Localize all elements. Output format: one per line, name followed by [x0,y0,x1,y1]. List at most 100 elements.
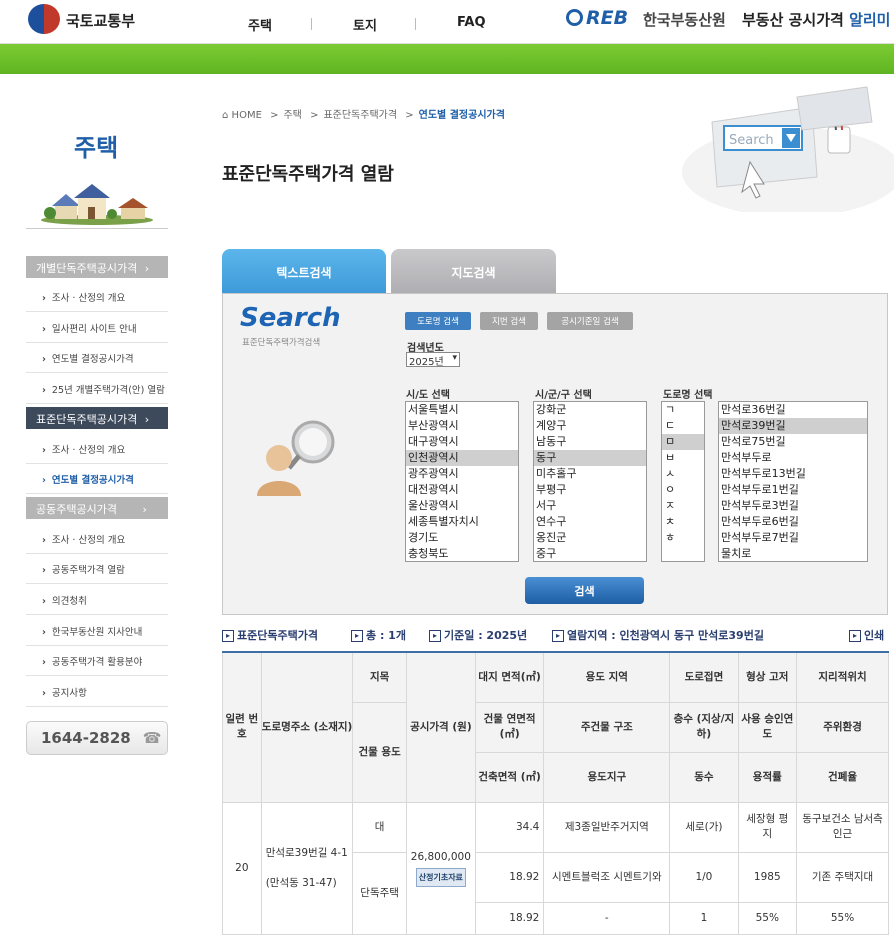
sigungu-option[interactable]: 중구 [534,546,646,561]
cell-road: 세로(가) [669,801,739,853]
cell-address: 만석로39번길 4-1 (만석동 31-47) [260,801,354,935]
sigungu-option[interactable]: 옹진군 [534,530,646,546]
sido-option[interactable]: 충청북도 [406,546,518,561]
sidebar-item[interactable]: 연도별 결정공시가격 [26,343,168,373]
road-label: 도로명 선택 [663,390,713,401]
road-listbox[interactable]: 만석로36번길 만석로39번길 만석로75번길 만석부두로 만석부두로13번길 만석부두로… [718,401,868,562]
year-select[interactable]: 2025년 [406,352,460,368]
initial-option[interactable]: ㅂ [662,450,704,466]
home-icon: ⌂ [222,110,229,121]
gov-emblem-icon[interactable] [28,4,60,34]
gov-name[interactable]: 국토교통부 [66,10,135,31]
initial-option[interactable]: ㄷ [662,418,704,434]
cell-geo: 동구보건소 남서측 인근 [796,801,889,853]
sido-option[interactable]: 부산광역시 [406,418,518,434]
road-option[interactable]: 만석로36번길 [719,402,867,418]
sidebar-item[interactable]: 한국부동산원 지사안내 [26,616,168,646]
sigungu-option[interactable]: 남동구 [534,434,646,450]
sidebar-category-standard[interactable]: 표준단독주택공시가격 › [26,407,168,429]
sidebar-item[interactable]: 조사 · 산정의 개요 [26,282,168,312]
sido-option[interactable]: 인천광역시 [406,450,518,466]
cell-shape: 세장형 평지 [737,801,798,853]
sido-option[interactable]: 서울특별시 [406,402,518,418]
road-option[interactable]: 만석부두로7번길 [719,530,867,546]
road-option[interactable]: 물치로 [719,546,867,561]
sidebar-item[interactable]: 공동주택가격 열람 [26,554,168,584]
base-date-search-button[interactable]: 공시기준일 검색 [547,312,633,330]
header-structure: 주건물 구조 [543,701,671,753]
basis-data-button[interactable]: 산정기초자료 [415,867,466,887]
initial-option[interactable]: ㅈ [662,498,704,514]
reb-logo[interactable]: REB [566,7,628,29]
sidebar-category-apartment[interactable]: 공동주택공시가격 › [26,497,168,519]
sido-option[interactable]: 경기도 [406,530,518,546]
sidebar-item[interactable]: 조사 · 산정의 개요 [26,524,168,554]
initial-option[interactable]: ㅎ [662,530,704,546]
search-button[interactable]: 검색 [525,577,644,604]
sidebar-category-individual[interactable]: 개별단독주택공시가격 › [26,256,168,278]
sigungu-option[interactable]: 부평구 [534,482,646,498]
header-env: 주위환경 [796,701,889,753]
initial-option[interactable]: ㅁ [662,434,704,450]
jibun-search-button[interactable]: 지번 검색 [480,312,538,330]
nav-land[interactable]: 토지 [353,15,377,34]
cell-land-area: 34.4 [474,801,545,853]
sido-option[interactable]: 세종특별자치시 [406,514,518,530]
sigungu-option[interactable]: 동구 [534,450,646,466]
sigungu-option[interactable]: 강화군 [534,402,646,418]
search-subtitle: 표준단독주택가격검색 [242,338,321,348]
road-option[interactable]: 만석부두로13번길 [719,466,867,482]
road-option[interactable]: 만석로39번길 [719,418,867,434]
initial-option[interactable]: ㄱ [662,402,704,418]
alimi-title[interactable]: 부동산 공시가격 알리미 [742,9,890,30]
header-year: 사용 승인연도 [737,701,798,753]
sidebar-item[interactable]: 25년 개별주택가격(안) 열람 [26,374,168,404]
sidebar-item[interactable]: 공동주택가격 활용분야 [26,646,168,676]
sidebar-item[interactable]: 의견청취 [26,585,168,615]
sido-listbox[interactable]: 서울특별시 부산광역시 대구광역시 인천광역시 광주광역시 대전광역시 울산광역시 세종특별자… [405,401,519,562]
phone-icon: ☎ [142,729,162,747]
road-option[interactable]: 만석부두로6번길 [719,514,867,530]
nav-faq[interactable]: FAQ [457,15,486,30]
sidebar-item[interactable]: 조사 · 산정의 개요 [26,434,168,464]
page-title: 표준단독주택가격 열람 [222,164,394,185]
road-option[interactable]: 만석부두로1번길 [719,482,867,498]
sido-option[interactable]: 대구광역시 [406,434,518,450]
chevron-right-icon: › [142,503,147,516]
header-price: 공시가격 (원) [405,651,476,803]
initial-option[interactable]: ㅇ [662,482,704,498]
cell-floors: 1/0 [669,851,739,903]
cell-env: 기존 주택지대 [796,851,889,903]
sigungu-option[interactable]: 연수구 [534,514,646,530]
header-far: 용적률 [737,751,798,803]
sigungu-option[interactable]: 계양구 [534,418,646,434]
initial-option[interactable]: ㅅ [662,466,704,482]
tab-text-search[interactable]: 텍스트검색 [222,249,386,294]
cell-bcr: 55% [796,901,889,935]
sido-option[interactable]: 대전광역시 [406,482,518,498]
road-option[interactable]: 만석부두로3번길 [719,498,867,514]
sidebar-item[interactable]: 일사편리 사이트 안내 [26,313,168,343]
sidebar-item-active[interactable]: 연도별 결정공시가격 [26,464,168,494]
cell-serial: 20 [222,801,262,935]
sidebar-item[interactable]: 공지사항 [26,677,168,707]
nav-housing[interactable]: 주택 [248,15,272,34]
sido-option[interactable]: 울산광역시 [406,498,518,514]
road-option[interactable]: 만석로75번길 [719,434,867,450]
header-bcr: 건폐율 [796,751,889,803]
tab-map-search[interactable]: 지도검색 [391,249,556,294]
road-option[interactable]: 만석부두로 [719,450,867,466]
chevron-right-icon: › [144,262,150,275]
reb-circle-icon [566,9,583,26]
header-address: 도로명주소 (소재지) [260,651,354,803]
initial-listbox[interactable]: ㄱㄷㅁㅂㅅㅇㅈㅊㅎ [661,401,705,562]
cell-dong: 1 [669,901,739,935]
sigungu-listbox[interactable]: 강화군 계양구 남동구 동구 미추홀구 부평구 서구 연수구 옹진군 중구 [533,401,647,562]
sigungu-option[interactable]: 미추홀구 [534,466,646,482]
sigungu-option[interactable]: 서구 [534,498,646,514]
sido-option[interactable]: 광주광역시 [406,466,518,482]
road-search-button[interactable]: 도로명 검색 [405,312,471,330]
sido-label: 시/도 선택 [406,390,450,401]
initial-option[interactable]: ㅊ [662,514,704,530]
print-button[interactable]: 인쇄 [849,627,884,643]
